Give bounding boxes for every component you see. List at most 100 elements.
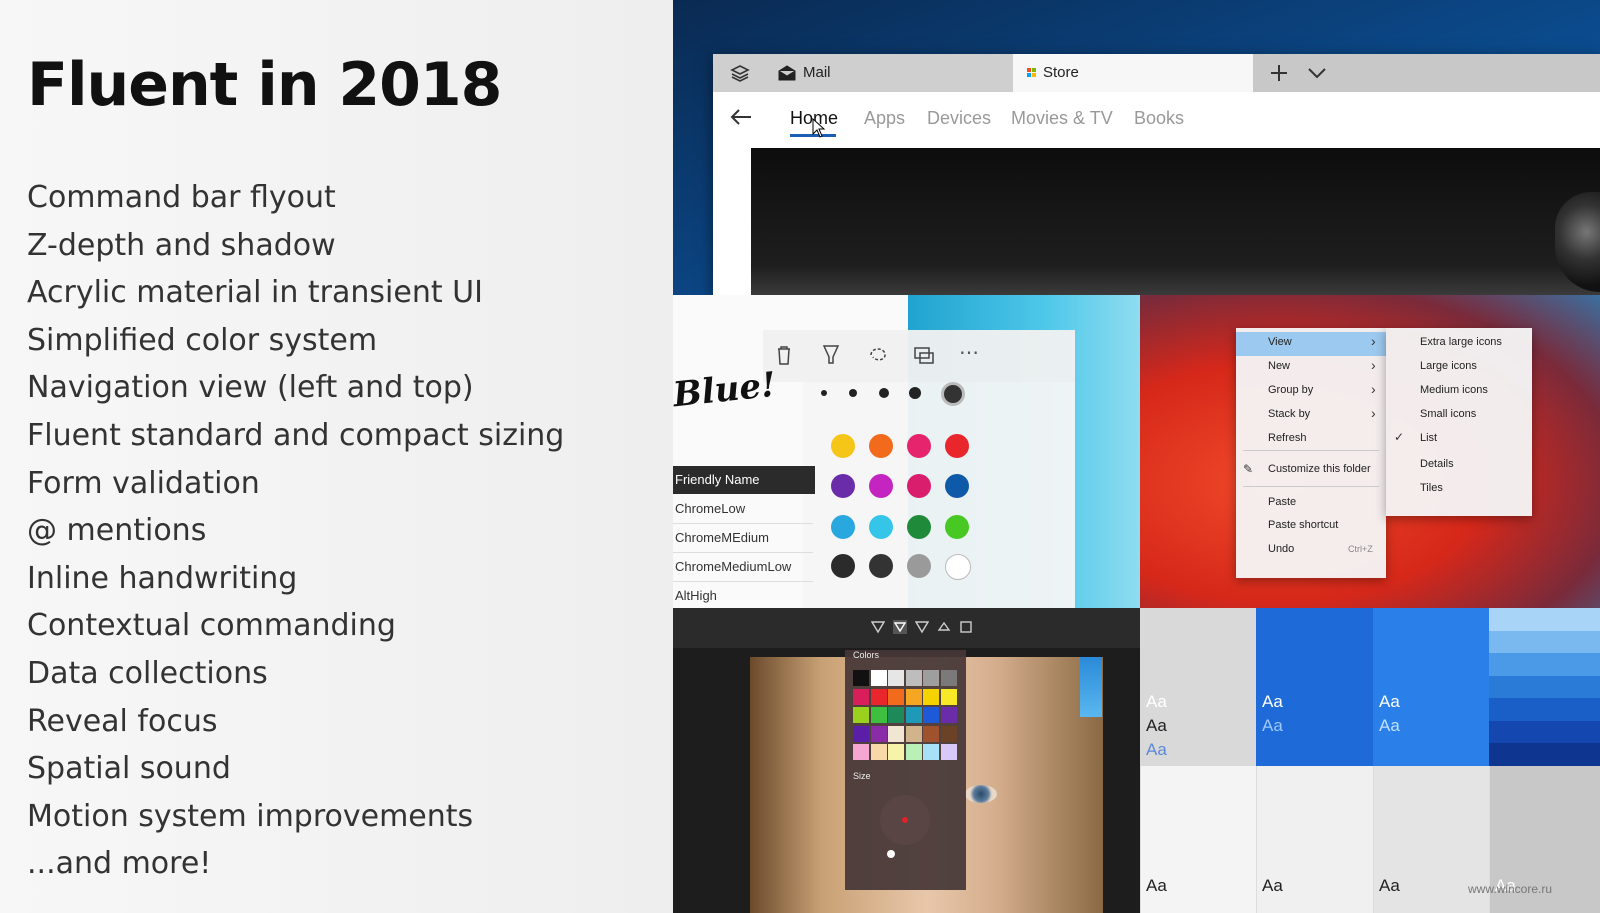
ink-color-swatch[interactable] [945,474,969,498]
palette-swatch[interactable] [923,688,939,705]
pen-size-dot[interactable] [821,390,827,396]
list-item[interactable]: AltHigh [673,582,813,611]
submenu-item[interactable]: Small icons [1420,408,1476,420]
context-menu-item[interactable]: New › [1236,356,1386,376]
ink-color-swatch[interactable] [907,474,931,498]
chevron-down-icon[interactable] [1307,66,1327,80]
context-menu-item[interactable]: Paste shortcut [1236,515,1386,535]
palette-swatch[interactable] [905,744,922,760]
nav-devices[interactable]: Devices [927,108,991,129]
tab-mail[interactable]: Mail [713,54,1013,92]
new-tab-icon[interactable] [1269,63,1289,83]
layers-icon[interactable] [730,64,750,82]
nav-apps[interactable]: Apps [864,108,905,129]
palette-swatch[interactable] [923,670,939,686]
palette-swatch[interactable] [870,688,887,705]
palette-swatch[interactable] [853,707,869,723]
pen-size-selected[interactable] [941,382,965,406]
submenu-item[interactable]: Details [1420,458,1454,470]
palette-swatch[interactable] [888,707,904,723]
palette-swatch[interactable] [940,744,957,760]
pen-tool-active-icon[interactable] [893,620,907,634]
palette-swatch[interactable] [870,670,887,686]
ink-color-swatch[interactable] [869,554,893,578]
palette-swatch[interactable] [940,725,957,742]
device-image [1555,192,1600,292]
palette-swatch[interactable] [888,670,904,686]
list-item[interactable]: ChromeLow [673,495,813,524]
pen-size-dot[interactable] [909,387,921,399]
more-icon[interactable]: ⋯ [959,340,979,365]
size-slider-thumb[interactable] [887,850,895,858]
palette-swatch[interactable] [905,725,922,742]
submenu-item[interactable]: Large icons [1420,360,1477,372]
hero-banner[interactable] [751,148,1600,295]
ink-color-swatch[interactable] [831,434,855,458]
palette-swatch[interactable] [940,707,957,723]
submenu-item[interactable]: List [1420,432,1437,444]
list-item[interactable]: ChromeMediumLow [673,553,813,582]
slide-title: Fluent in 2018 [27,50,502,120]
swatch-tile [1373,608,1489,766]
nav-books[interactable]: Books [1134,108,1184,129]
palette-swatch[interactable] [905,670,922,686]
submenu-item[interactable]: Tiles [1420,482,1443,494]
crop-icon[interactable] [959,620,973,634]
sample-text: Aa [1146,692,1167,711]
palette-swatch[interactable] [940,670,957,686]
ink-color-swatch[interactable] [831,474,855,498]
ink-color-swatch[interactable] [907,554,931,578]
palette-swatch[interactable] [888,744,904,760]
context-menu-item[interactable]: Undo Ctrl+Z [1236,539,1386,559]
palette-swatch[interactable] [870,744,887,760]
pen-size-dot[interactable] [879,388,889,398]
ink-color-swatch[interactable] [907,515,931,539]
ink-color-swatch[interactable] [907,434,931,458]
palette-swatch[interactable] [923,725,939,742]
palette-swatch[interactable] [888,688,904,705]
context-menu-item[interactable]: Refresh [1236,428,1386,448]
palette-swatch[interactable] [853,744,869,760]
ink-color-swatch[interactable] [831,515,855,539]
back-arrow-icon[interactable] [729,108,753,126]
context-menu-item[interactable]: View › [1236,332,1386,352]
pen-size-dot[interactable] [849,389,857,397]
palette-swatch[interactable] [853,725,869,742]
context-menu-item[interactable]: Stack by › [1236,404,1386,424]
pen-tool-icon[interactable] [871,620,885,634]
ink-color-swatch[interactable] [945,515,969,539]
tab-store[interactable]: Store [1013,54,1253,92]
palette-swatch[interactable] [940,688,957,705]
context-menu-item[interactable]: Paste [1236,492,1386,512]
palette-swatch[interactable] [870,725,887,742]
submenu-item[interactable]: Medium icons [1420,384,1488,396]
palette-swatch[interactable] [870,707,887,723]
pen-icon[interactable] [821,343,841,367]
ink-color-swatch[interactable] [945,434,969,458]
ink-color-swatch[interactable] [945,554,971,580]
palette-swatch[interactable] [853,688,869,705]
highlighter-icon[interactable] [915,620,929,634]
list-header[interactable]: Friendly Name [673,466,815,494]
ink-color-swatch[interactable] [831,554,855,578]
nav-movies-tv[interactable]: Movies & TV [1011,108,1113,129]
palette-swatch[interactable] [905,707,922,723]
context-menu-item[interactable]: Customize this folder [1236,459,1386,479]
context-menu-label: Stack by [1268,408,1311,420]
ink-color-swatch[interactable] [869,474,893,498]
palette-swatch[interactable] [905,688,922,705]
delete-icon[interactable] [775,344,793,366]
eraser-icon[interactable] [937,620,951,634]
convert-icon[interactable] [913,343,935,367]
palette-swatch[interactable] [888,725,904,742]
palette-swatch[interactable] [853,670,869,686]
context-menu-item[interactable]: Group by › [1236,380,1386,400]
submenu-item[interactable]: Extra large icons [1420,336,1502,348]
list-item[interactable]: ChromeMEdium [673,524,813,553]
palette-swatch[interactable] [923,707,939,723]
ink-color-swatch[interactable] [869,515,893,539]
screenshot-collage: Mail Store Home Apps Devices Movies & TV… [673,0,1600,913]
palette-swatch[interactable] [923,744,939,760]
lasso-icon[interactable] [867,343,889,367]
ink-color-swatch[interactable] [869,434,893,458]
